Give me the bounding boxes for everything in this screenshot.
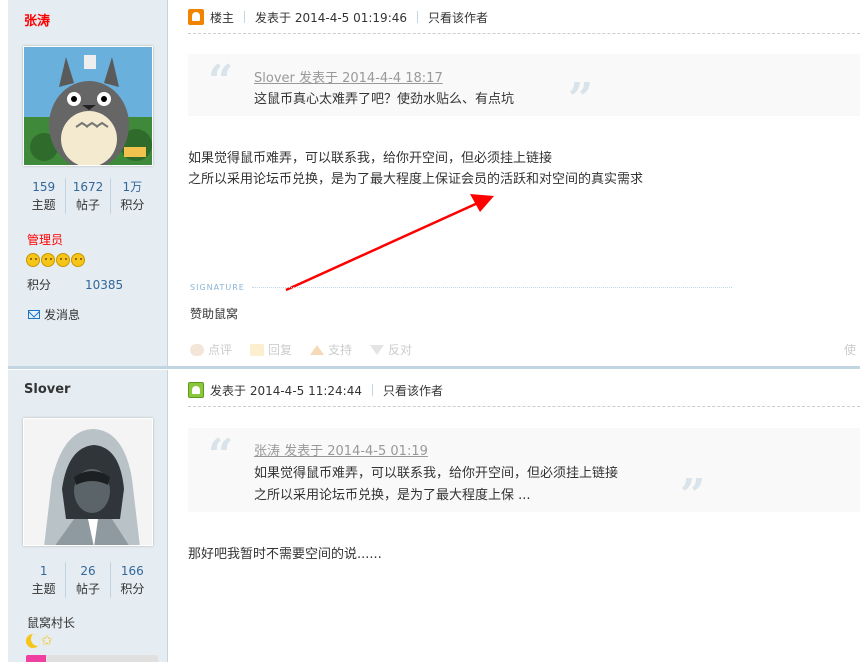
user-group[interactable]: 管理员 [27, 231, 63, 248]
header-divider [417, 11, 419, 23]
post-actions: 点评 回复 支持 反对 [190, 341, 412, 358]
smiley-face-icon [71, 253, 85, 267]
quote-block: “ ” 张涛 发表于 2014-4-5 01:19 如果觉得鼠币难弄，可以联系我… [188, 428, 860, 518]
post-body-line: 那好吧我暂时不需要空间的说...... [188, 547, 382, 562]
send-message-link[interactable]: 发消息 [28, 306, 80, 323]
author-sidebar-2: Slover 1 主题 26 帖子 166 积分 鼠窝村长 ✩ [8, 370, 168, 662]
quote-open-mark: “ [208, 430, 234, 481]
mail-icon [28, 310, 40, 319]
quote-line: 如果觉得鼠币难弄，可以联系我，给你开空间，但必须挂上链接 [254, 466, 619, 481]
avatar[interactable] [23, 418, 153, 546]
star-icon: ✩ [41, 633, 53, 649]
post-header: 发表于 2014-4-5 11:24:44 只看该作者 [188, 380, 443, 400]
thumb-up-icon [310, 344, 325, 355]
post-body: 如果觉得鼠币难弄，可以联系我，给你开空间，但必须挂上链接 之所以采用论坛币兑换，… [188, 148, 643, 190]
quote-open-mark: “ [208, 56, 234, 107]
support-button[interactable]: 支持 [310, 341, 352, 358]
reply-icon [250, 343, 265, 356]
author-sidebar-1: 张涛 159 主题 1672 帖子 1万 积分 管理员 积分 10385 发消息 [8, 0, 168, 368]
only-author-link[interactable]: 只看该作者 [428, 9, 488, 26]
quote-line: 之所以采用论坛币兑换，是为了最大程度上保 ... [254, 488, 531, 503]
post-time: 发表于 2014-4-5 11:24:44 [210, 383, 362, 398]
user-group[interactable]: 鼠窝村长 [27, 614, 75, 631]
comment-button[interactable]: 点评 [190, 341, 232, 358]
stat-credits[interactable]: 1万 积分 [109, 178, 154, 214]
smiley-face-icon [56, 253, 70, 267]
quote-close-mark: ” [680, 470, 706, 521]
send-message-label: 发消息 [44, 308, 81, 322]
comment-icon [190, 343, 204, 356]
totoro-avatar-image [24, 47, 152, 165]
stat-credits[interactable]: 166 积分 [109, 562, 154, 598]
post-time: 发表于 2014-4-5 01:19:46 [255, 10, 408, 25]
author-stats: 1 主题 26 帖子 166 积分 [22, 562, 154, 598]
header-divider [244, 11, 246, 23]
stat-posts[interactable]: 1672 帖子 [65, 178, 109, 214]
post-body-line: 之所以采用论坛币兑换，是为了最大程度上保证会员的活跃和对空间的真实需求 [188, 172, 644, 187]
credits-label: 积分 [27, 278, 52, 292]
stat-topics[interactable]: 1 主题 [22, 562, 65, 598]
header-dashed-line [188, 406, 860, 407]
online-icon [188, 382, 204, 398]
post-2: Slover 1 主题 26 帖子 166 积分 鼠窝村长 ✩ 发表于 2014… [0, 368, 860, 662]
signature-text: 赞助鼠窝 [190, 307, 239, 321]
post-1: 张涛 159 主题 1672 帖子 1万 积分 管理员 积分 10385 发消息… [0, 0, 860, 368]
stat-posts[interactable]: 26 帖子 [65, 562, 109, 598]
reply-button[interactable]: 回复 [250, 341, 292, 358]
credits-row: 积分 10385 [27, 276, 123, 293]
quote-source-link[interactable]: 张涛 发表于 2014-4-5 01:19 [254, 440, 428, 459]
signature-divider [252, 287, 732, 288]
post-body: 那好吧我暂时不需要空间的说...... [188, 544, 382, 565]
post-header: 楼主 发表于 2014-4-5 01:19:46 只看该作者 [188, 7, 488, 27]
rank-icons [26, 253, 85, 267]
red-arrow-annotation [285, 194, 494, 292]
hooded-figure-avatar-image [24, 419, 152, 545]
author-name[interactable]: 张涛 [24, 10, 50, 29]
rank-icons: ✩ [26, 634, 53, 648]
header-dashed-line [188, 33, 860, 34]
avatar[interactable] [23, 46, 153, 166]
quote-source-link[interactable]: Slover 发表于 2014-4-4 18:17 [254, 67, 443, 86]
signature-label: SIGNATURE [190, 283, 245, 292]
header-divider [372, 384, 373, 396]
author-name[interactable]: Slover [24, 382, 70, 397]
quote-close-mark: ” [568, 74, 594, 125]
post-body-line: 如果觉得鼠币难弄，可以联系我，给你开空间，但必须挂上链接 [188, 151, 553, 166]
smiley-face-icon [41, 253, 55, 267]
only-author-link[interactable]: 只看该作者 [383, 382, 443, 399]
author-stats: 159 主题 1672 帖子 1万 积分 [22, 178, 154, 214]
quote-line: 这鼠币真心太难弄了吧？使劲水贴么、有点坑 [254, 92, 515, 107]
level-progress-fill [26, 655, 46, 662]
credits-value[interactable]: 10385 [85, 278, 123, 292]
stat-topics[interactable]: 159 主题 [22, 178, 65, 214]
oppose-button[interactable]: 反对 [370, 341, 412, 358]
level-progress-bar [26, 655, 158, 662]
owner-label: 楼主 [210, 10, 235, 25]
quote-block: “ ” Slover 发表于 2014-4-4 18:17 这鼠币真心太难弄了吧… [188, 54, 860, 122]
moon-icon [26, 634, 40, 648]
thumb-down-icon [370, 344, 385, 355]
smiley-face-icon [26, 253, 40, 267]
truncated-text[interactable]: 使 [844, 341, 856, 358]
owner-icon [188, 9, 204, 25]
